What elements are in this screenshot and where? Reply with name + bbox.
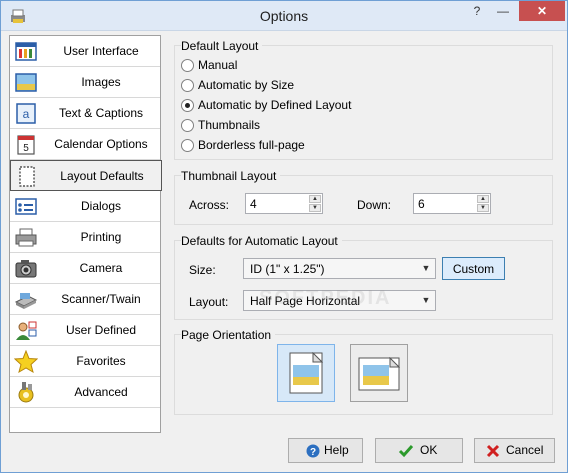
landscape-button[interactable] <box>350 344 408 402</box>
custom-button-label: Custom <box>452 262 495 276</box>
sidebar-item-label: Printing <box>80 230 122 244</box>
radio-button[interactable] <box>181 139 194 152</box>
custom-button[interactable]: Custom <box>442 257 505 280</box>
sidebar-item-text-captions[interactable]: a Text & Captions <box>10 98 160 129</box>
across-stepper[interactable]: 4 ▲ ▼ <box>245 193 323 214</box>
sidebar-item-label: Favorites <box>76 354 126 368</box>
checkmark-icon <box>398 445 414 458</box>
radio-button[interactable] <box>181 119 194 132</box>
across-label: Across: <box>189 198 230 212</box>
landscape-page-icon <box>358 357 400 391</box>
options-window: Options ? — ✕ User Interface Images a Te… <box>0 0 568 473</box>
chevron-down-icon[interactable]: ▼ <box>420 293 432 308</box>
user-defined-icon <box>16 321 37 340</box>
auto-layout-title: Defaults for Automatic Layout <box>181 234 342 248</box>
page-orientation-title: Page Orientation <box>181 328 276 342</box>
sidebar-item-label: Camera <box>79 261 123 275</box>
minimize-button[interactable]: — <box>490 1 516 21</box>
close-button[interactable]: ✕ <box>519 1 565 21</box>
sidebar-item-layout-defaults[interactable]: Layout Defaults <box>10 160 162 191</box>
down-label: Down: <box>357 198 392 212</box>
help-button-label: Help <box>324 443 349 457</box>
portrait-button[interactable] <box>277 344 335 402</box>
chevron-down-icon[interactable]: ▼ <box>420 261 432 276</box>
svg-text:?: ? <box>310 447 316 458</box>
down-stepper[interactable]: 6 ▲ ▼ <box>413 193 491 214</box>
text-icon-letter: a <box>23 107 30 121</box>
sidebar-item-calendar-options[interactable]: 5 Calendar Options <box>10 129 160 160</box>
advanced-icon <box>18 382 34 403</box>
size-select[interactable]: ID (1" x 1.25") ▼ <box>243 258 436 279</box>
ok-button[interactable]: OK <box>375 438 463 463</box>
down-value[interactable]: 6 <box>418 197 425 211</box>
radio-button[interactable] <box>181 59 194 72</box>
radio-label: Thumbnails <box>198 118 261 132</box>
ok-button-label: OK <box>420 443 438 457</box>
options-sidebar: User Interface Images a Text & Captions … <box>9 35 162 433</box>
cancel-button[interactable]: Cancel <box>474 438 555 463</box>
text-captions-icon: a <box>16 103 36 124</box>
dialogs-icon <box>15 198 37 215</box>
down-stepper-buttons: ▲ ▼ <box>477 195 489 212</box>
user-interface-icon <box>15 42 37 61</box>
layout-select-value: Half Page Horizontal <box>250 294 361 308</box>
radio-button[interactable] <box>181 79 194 92</box>
radio-label: Automatic by Size <box>198 78 295 92</box>
help-button[interactable]: ? Help <box>288 438 363 463</box>
cancel-x-icon <box>486 444 500 458</box>
sidebar-item-dialogs[interactable]: Dialogs <box>10 191 160 222</box>
radio-label: Manual <box>198 58 238 72</box>
thumbnail-layout-title: Thumbnail Layout <box>181 169 281 183</box>
cancel-button-label: Cancel <box>506 443 544 457</box>
sidebar-item-favorites[interactable]: Favorites <box>10 346 160 377</box>
radio-label: Borderless full-page <box>198 138 305 152</box>
scanner-icon <box>14 293 38 309</box>
printer-icon <box>15 228 37 247</box>
sidebar-item-label: Scanner/Twain <box>61 292 141 306</box>
layout-label: Layout: <box>189 295 229 309</box>
portrait-page-icon <box>289 352 323 394</box>
sidebar-item-user-defined[interactable]: User Defined <box>10 315 160 346</box>
size-select-value: ID (1" x 1.25") <box>250 262 325 276</box>
sidebar-item-scanner-twain[interactable]: Scanner/Twain <box>10 284 160 315</box>
sidebar-item-images[interactable]: Images <box>10 67 160 98</box>
sidebar-item-advanced[interactable]: Advanced <box>10 377 160 408</box>
across-stepper-buttons: ▲ ▼ <box>309 195 321 212</box>
sidebar-item-label: Text & Captions <box>58 106 144 120</box>
star-icon <box>14 350 38 373</box>
size-label: Size: <box>189 263 216 277</box>
layout-select[interactable]: Half Page Horizontal ▼ <box>243 290 436 311</box>
title-bar[interactable]: Options ? — ✕ <box>1 1 567 31</box>
down-up-icon[interactable]: ▲ <box>477 195 489 203</box>
help-icon: ? <box>306 444 320 458</box>
across-up-icon[interactable]: ▲ <box>309 195 321 203</box>
calendar-icon: 5 <box>17 135 35 155</box>
across-down-icon[interactable]: ▼ <box>309 204 321 212</box>
sidebar-item-camera[interactable]: Camera <box>10 253 160 284</box>
radio-button-selected[interactable] <box>181 99 194 112</box>
camera-icon <box>15 260 37 278</box>
sidebar-item-label: Dialogs <box>80 199 122 213</box>
sidebar-item-label: Images <box>81 75 121 89</box>
calendar-icon-day: 5 <box>23 143 29 154</box>
sidebar-item-printing[interactable]: Printing <box>10 222 160 253</box>
sidebar-item-label: User Defined <box>65 323 137 337</box>
across-value[interactable]: 4 <box>250 197 257 211</box>
images-icon <box>15 73 37 92</box>
default-layout-title: Default Layout <box>181 39 263 53</box>
sidebar-item-label: Layout Defaults <box>60 169 144 183</box>
layout-icon <box>19 166 35 187</box>
sidebar-item-label: User Interface <box>63 44 139 58</box>
sidebar-item-user-interface[interactable]: User Interface <box>10 36 160 67</box>
help-title-button[interactable]: ? <box>464 1 490 21</box>
radio-label: Automatic by Defined Layout <box>198 98 352 112</box>
down-down-icon[interactable]: ▼ <box>477 204 489 212</box>
sidebar-item-label: Calendar Options <box>54 137 148 151</box>
sidebar-item-label: Advanced <box>74 385 128 399</box>
